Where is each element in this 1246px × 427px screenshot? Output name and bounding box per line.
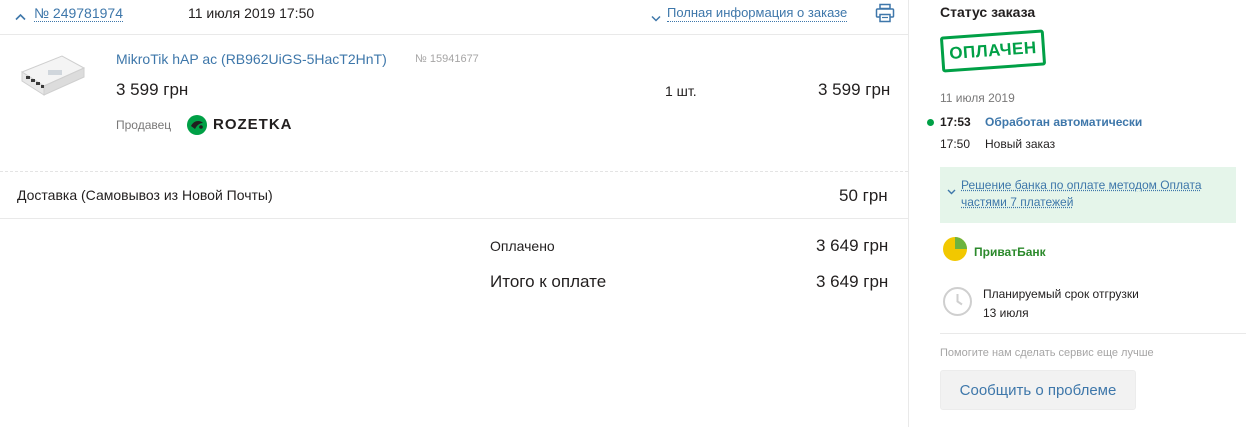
order-date: 11 июля 2019 17:50	[188, 5, 315, 21]
status-current-dot	[927, 119, 934, 126]
chevron-up-icon[interactable]	[15, 8, 26, 26]
paid-value: 3 649 грн	[816, 236, 889, 255]
status-date: 11 июля 2019	[940, 91, 1015, 105]
clock-icon	[942, 286, 973, 322]
full-order-info-link[interactable]: Полная информация о заказе	[667, 5, 848, 22]
rozetka-logo-icon	[186, 114, 208, 141]
history-event-1[interactable]: Обработан автоматически	[985, 115, 1142, 129]
sidebar-divider	[940, 333, 1246, 334]
bank-decision-box[interactable]: Решение банка по оплате методом Оплата ч…	[940, 167, 1236, 223]
status-paid-stamp: ОПЛАЧЕН	[939, 29, 1047, 73]
shipping-date: 13 июля	[983, 306, 1029, 320]
privatbank-name: ПриватБанк	[974, 245, 1046, 259]
shipping-label: Планируемый срок отгрузки	[983, 287, 1139, 301]
seller-label: Продавец	[116, 118, 172, 132]
product-quantity: 1 шт.	[665, 83, 697, 99]
help-text: Помогите нам сделать сервис еще лучше	[940, 347, 1154, 359]
paid-label: Оплачено	[490, 238, 555, 254]
history-time-1: 17:53	[940, 115, 971, 129]
delivery-price: 50 грн	[839, 186, 888, 205]
report-problem-button[interactable]: Сообщить о проблеме	[940, 370, 1136, 410]
print-icon[interactable]	[875, 3, 895, 28]
order-panel: № 249781974 11 июля 2019 17:50 Полная ин…	[0, 0, 908, 427]
seller-name[interactable]: ROZETKA	[213, 116, 293, 134]
header-divider	[0, 34, 908, 35]
privatbank-logo-icon	[941, 234, 971, 269]
order-number-link[interactable]: № 249781974	[34, 5, 123, 22]
product-name-link[interactable]: MikroTik hAP ac (RB962UiGS-5HacT2HnT)	[116, 51, 387, 67]
total-due-label: Итого к оплате	[490, 272, 607, 291]
total-due-value: 3 649 грн	[816, 272, 889, 291]
delivery-label: Доставка (Самовывоз из Новой Почты)	[17, 187, 273, 203]
product-total: 3 599 грн	[818, 80, 891, 99]
product-price: 3 599 грн	[116, 80, 189, 99]
chevron-down-icon[interactable]	[947, 182, 956, 200]
status-title: Статус заказа	[940, 4, 1036, 20]
history-time-2: 17:50	[940, 137, 971, 151]
chevron-down-icon[interactable]	[651, 9, 661, 27]
report-problem-label: Сообщить о проблеме	[959, 381, 1117, 399]
status-stamp-text: ОПЛАЧЕН	[948, 37, 1038, 64]
item-divider	[0, 171, 908, 172]
delivery-divider	[0, 218, 908, 219]
history-event-2: Новый заказ	[985, 137, 1056, 151]
bank-decision-link[interactable]: Решение банка по оплате методом Оплата ч…	[961, 177, 1229, 211]
product-image[interactable]	[18, 48, 88, 100]
product-code: № 15941677	[415, 53, 479, 65]
